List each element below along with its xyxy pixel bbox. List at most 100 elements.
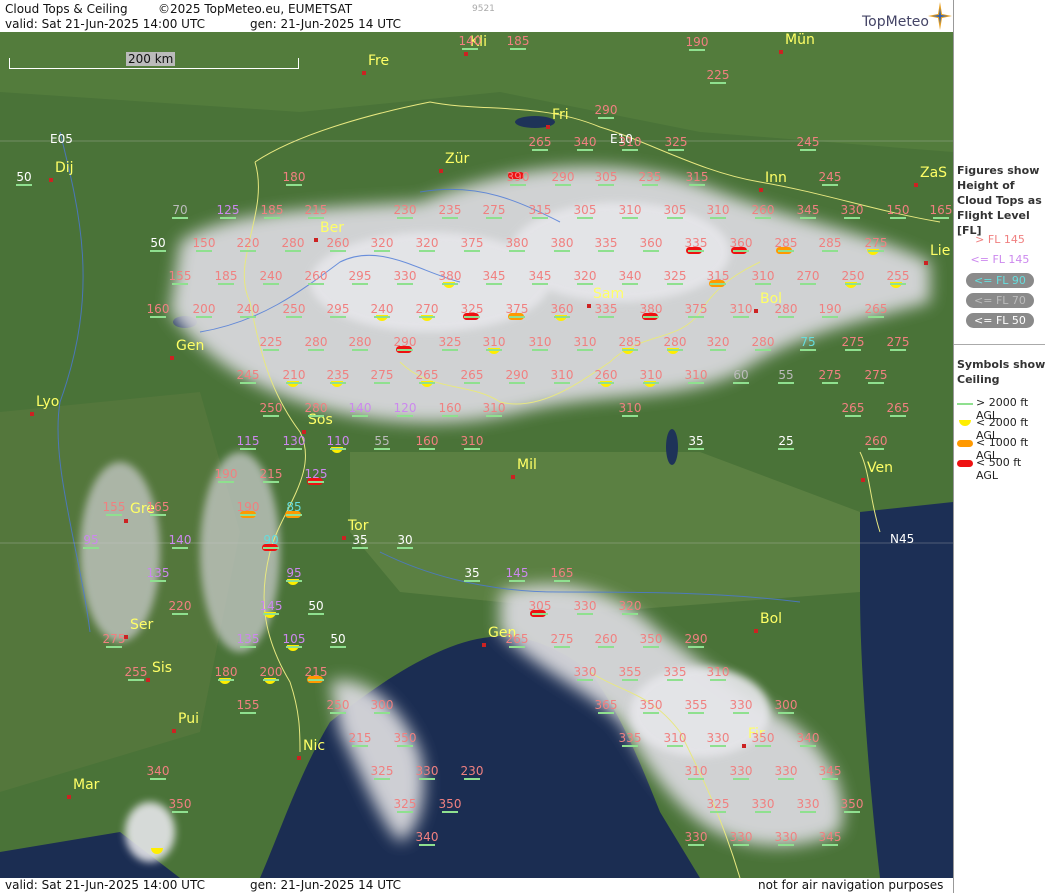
ceiling-line — [286, 448, 302, 450]
cloud-top-value: 220 — [233, 236, 263, 252]
cloud-top-value: 160 — [412, 434, 442, 450]
cloud-top-text: 355 — [684, 698, 708, 712]
cloud-top-text: 310 — [528, 335, 552, 349]
ceiling-line — [800, 811, 816, 813]
ceiling-line — [844, 217, 860, 219]
city-label: Zür — [439, 151, 469, 173]
cloud-top-text: 125 — [304, 467, 328, 481]
city-marker — [297, 756, 301, 760]
satellite-map[interactable]: 200 km E05 E10 N45 Kli Mün Fre Fri Dij Zür Inn Za… — [0, 32, 953, 878]
ceiling-line — [554, 580, 570, 582]
cloud-top-text: 50 — [16, 170, 32, 184]
cloud-top-value: 310 — [457, 434, 487, 450]
ceiling-line — [308, 217, 324, 219]
ceiling-line — [442, 811, 458, 813]
cloud-top-text: 150 — [886, 203, 910, 217]
cloud-top-text: 310 — [550, 368, 574, 382]
ceiling-line — [822, 184, 838, 186]
city-name: Mün — [785, 32, 815, 48]
ceiling-line — [554, 316, 570, 318]
grid-label: E05 — [50, 132, 73, 146]
cloud-top-text: 310 — [684, 764, 708, 778]
city-name: Fre — [368, 53, 390, 69]
cloud-top-value: 190 — [233, 500, 263, 516]
cloud-top-value: 215 — [301, 665, 331, 681]
cloud-top-value: 330 — [412, 764, 442, 780]
cloud-top-value: 275 — [861, 236, 891, 252]
cloud-top-text: 275 — [370, 368, 394, 382]
cloud-top-value: 310 — [703, 203, 733, 219]
cloud-top-value: 350 — [837, 797, 867, 813]
cloud-top-text: 340 — [146, 764, 170, 778]
cloud-top-value: 90 — [256, 533, 286, 549]
cloud-top-value: 345 — [815, 764, 845, 780]
cloud-top-text: 285 — [618, 335, 642, 349]
ceiling-line — [643, 250, 659, 252]
ceiling-line — [800, 745, 816, 747]
ceiling-line — [308, 481, 324, 483]
cloud-top-value: 360 — [547, 302, 577, 318]
ceiling-line — [577, 613, 593, 615]
ceiling-line — [577, 149, 593, 151]
cloud-top-text: 350 — [393, 731, 417, 745]
cloud-top-text: 50 — [308, 599, 324, 613]
cloud-top-text: 285 — [818, 236, 842, 250]
cloud-top-text: 200 — [259, 665, 283, 679]
city-name: Tor — [348, 518, 369, 534]
ceiling-line — [598, 184, 614, 186]
cloud-top-text: 335 — [618, 731, 642, 745]
cloud-top-text: 325 — [706, 797, 730, 811]
ceiling-line — [464, 580, 480, 582]
city-marker — [759, 188, 763, 192]
cloud-top-value: 200 — [256, 665, 286, 681]
city-marker — [754, 629, 758, 633]
cloud-top-text: 250 — [259, 401, 283, 415]
cloud-top-value: 265 — [412, 368, 442, 384]
cloud-top-text: 330 — [706, 731, 730, 745]
ceiling-line — [509, 316, 525, 318]
cloud-top-value: 310 — [681, 764, 711, 780]
city-name: Nic — [303, 738, 326, 754]
cloud-top-value: 275 — [838, 335, 868, 351]
cloud-top-text: 330 — [774, 764, 798, 778]
cloud-top-value: 115 — [233, 434, 263, 450]
cloud-top-value: 215 — [301, 203, 331, 219]
ceiling-line — [577, 679, 593, 681]
cloud-top-value: 380 — [435, 269, 465, 285]
ceiling-line — [352, 349, 368, 351]
city-marker — [124, 519, 128, 523]
ceiling-line — [509, 646, 525, 648]
ceiling-line — [240, 316, 256, 318]
ceiling-line — [150, 778, 166, 780]
ceiling-line — [218, 481, 234, 483]
cloud-top-text: 360 — [639, 236, 663, 250]
cloud-top-value: 320 — [367, 236, 397, 252]
ceiling-line — [622, 283, 638, 285]
cloud-top-text: 215 — [348, 731, 372, 745]
cloud-top-value: 135 — [143, 566, 173, 582]
ceiling-line — [106, 514, 122, 516]
cloud-top-text: 300 — [370, 698, 394, 712]
city-marker — [779, 50, 783, 54]
cloud-top-value: 250 — [256, 401, 286, 417]
ceiling-line — [890, 415, 906, 417]
cloud-top-text: 35 — [352, 533, 368, 547]
cloud-top-value: 155 — [99, 500, 129, 516]
ceiling-line — [263, 613, 279, 615]
cloud-top-value: 335 — [615, 731, 645, 747]
city-name: Ser — [130, 617, 154, 633]
cloud-top-text: 250 — [326, 698, 350, 712]
ceiling-line — [374, 250, 390, 252]
ceiling-line — [822, 316, 838, 318]
ceiling-line — [778, 448, 794, 450]
cloud-top-text: 260 — [864, 434, 888, 448]
ceiling-line — [778, 712, 794, 714]
cloud-top-text: 310 — [618, 135, 642, 149]
cloud-top-value: 35 — [345, 533, 375, 549]
city-name: Lie — [930, 243, 951, 259]
ceiling-line — [532, 283, 548, 285]
cloud-top-value: 310 — [615, 401, 645, 417]
ceiling-line — [16, 184, 32, 186]
cloud-top-value: 185 — [211, 269, 241, 285]
ceiling-line — [150, 316, 166, 318]
